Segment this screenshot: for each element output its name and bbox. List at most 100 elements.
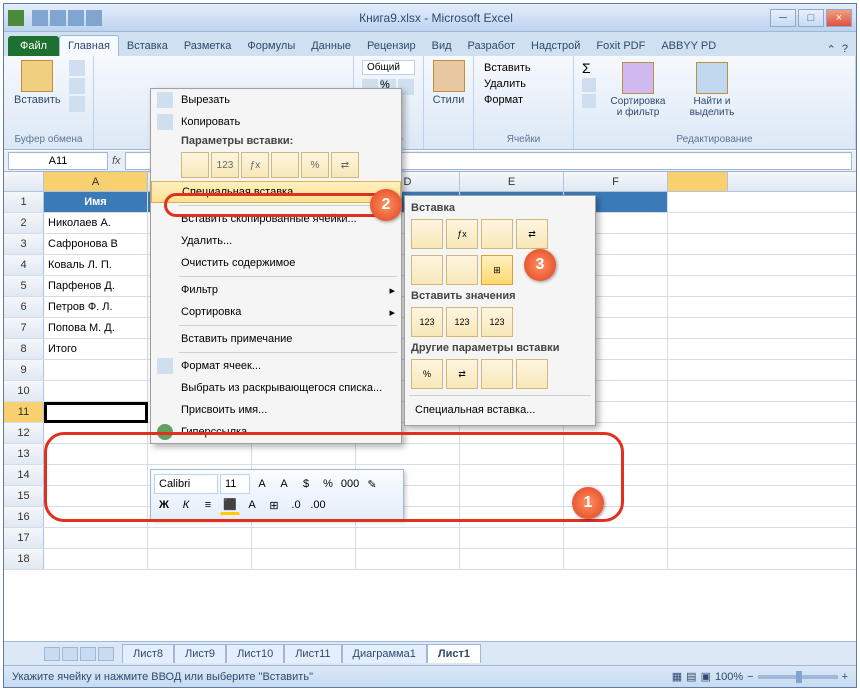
number-format-selector[interactable]: Общий [362,60,415,75]
paste-picture[interactable] [481,359,513,389]
paste-option-all[interactable] [181,152,209,178]
zoom-slider[interactable] [758,675,838,679]
mini-comma[interactable]: 000 [340,474,360,494]
col-G[interactable] [668,172,728,191]
tab-developer[interactable]: Разработ [460,36,523,56]
row-header[interactable]: 13 [4,444,44,464]
menu-hyperlink[interactable]: Гиперссылка... [151,421,401,443]
cell[interactable]: Сафронова В [44,234,148,254]
tab-formulas[interactable]: Формулы [239,36,303,56]
mini-percent[interactable]: % [318,474,338,494]
mini-size-selector[interactable]: 11 [220,474,250,494]
menu-delete[interactable]: Удалить... [151,230,401,252]
mini-align[interactable]: ≡ [198,495,218,515]
paste-option-transpose[interactable] [271,152,299,178]
mini-fill-color[interactable]: ⬛ [220,495,240,515]
row-header[interactable]: 16 [4,507,44,527]
autosum-icon[interactable]: Σ [582,60,596,76]
clear-icon[interactable] [582,94,596,108]
row-header[interactable]: 18 [4,549,44,569]
copy-icon[interactable] [69,78,85,94]
mini-borders[interactable]: ⊞ [264,495,284,515]
paste-button[interactable]: Вставить [10,58,65,112]
row-header[interactable]: 6 [4,297,44,317]
name-box[interactable]: A11 [8,152,108,170]
mini-italic[interactable]: К [176,495,196,515]
row-header[interactable]: 12 [4,423,44,443]
paste-formulas-number[interactable] [481,219,513,249]
menu-paste-special[interactable]: Специальная вставка...▸ [151,181,401,203]
sheet-nav-first[interactable] [44,647,60,661]
file-tab[interactable]: Файл [8,36,59,56]
sheet-tab[interactable]: Лист9 [174,644,226,663]
paste-values-number[interactable]: 123 [446,307,478,337]
view-break-icon[interactable]: ▣ [701,670,711,683]
col-A[interactable]: A [44,172,148,191]
paste-transpose[interactable]: ⊞ [481,255,513,285]
mini-font-color[interactable]: A [242,495,262,515]
zoom-level[interactable]: 100% [715,671,743,683]
sheet-tab[interactable]: Диаграмма1 [342,644,427,663]
row-header[interactable]: 17 [4,528,44,548]
menu-cut[interactable]: Вырезать [151,89,401,111]
find-select-button[interactable]: Найти и выделить [680,60,744,120]
cut-icon[interactable] [69,60,85,76]
paste-all[interactable] [411,219,443,249]
row-header[interactable]: 2 [4,213,44,233]
col-F[interactable]: F [564,172,668,191]
paste-no-borders[interactable] [446,255,478,285]
tab-review[interactable]: Рецензир [359,36,424,56]
menu-clear[interactable]: Очистить содержимое [151,252,401,274]
menu-pick-from-list[interactable]: Выбрать из раскрывающегося списка... [151,377,401,399]
row-header[interactable]: 4 [4,255,44,275]
close-button[interactable]: × [826,9,852,27]
maximize-button[interactable]: □ [798,9,824,27]
menu-insert-copied[interactable]: Вставить скопированные ячейки... [151,208,401,230]
paste-formulas[interactable]: ƒx [446,219,478,249]
paste-formatting-only[interactable]: % [411,359,443,389]
tab-data[interactable]: Данные [303,36,359,56]
sheet-tab[interactable]: Лист10 [226,644,284,663]
quick-access-toolbar[interactable] [32,10,102,26]
row-header[interactable]: 3 [4,234,44,254]
zoom-in-button[interactable]: + [842,671,848,683]
cells-format[interactable]: Формат [482,92,565,108]
paste-option-values[interactable]: 123 [211,152,239,178]
submenu-paste-special-dialog[interactable]: Специальная вставка... [409,399,591,421]
view-layout-icon[interactable]: ▤ [686,670,696,683]
tab-foxit[interactable]: Foxit PDF [588,36,653,56]
row-header[interactable]: 7 [4,318,44,338]
tab-abbyy[interactable]: ABBYY PD [653,36,724,56]
mini-currency[interactable]: $ [296,474,316,494]
row-header[interactable]: 5 [4,276,44,296]
paste-keep-width[interactable] [411,255,443,285]
row-header[interactable]: 10 [4,381,44,401]
menu-insert-comment[interactable]: Вставить примечание [151,328,401,350]
fx-icon[interactable]: fx [112,155,121,167]
tab-home[interactable]: Главная [59,35,119,56]
paste-link[interactable]: ⇄ [446,359,478,389]
sort-filter-button[interactable]: Сортировка и фильтр [604,60,672,120]
minimize-button[interactable]: ─ [770,9,796,27]
mini-decrease-decimal[interactable]: .0 [286,495,306,515]
paste-option-formatting[interactable]: % [301,152,329,178]
paste-keep-borders[interactable]: ⇄ [516,219,548,249]
cell[interactable]: Итого [44,339,148,359]
fill-icon[interactable] [582,78,596,92]
mini-format-painter[interactable]: ✎ [362,474,382,494]
menu-format-cells[interactable]: Формат ячеек... [151,355,401,377]
row-header[interactable]: 8 [4,339,44,359]
col-E[interactable]: E [460,172,564,191]
cell[interactable]: Попова М. Д. [44,318,148,338]
row-header[interactable]: 11 [4,402,44,422]
mini-font-selector[interactable]: Calibri [154,474,218,494]
row-header[interactable]: 9 [4,360,44,380]
tab-insert[interactable]: Вставка [119,36,176,56]
sheet-nav-prev[interactable] [62,647,78,661]
cell[interactable]: Имя [44,192,148,212]
cell[interactable]: Коваль Л. П. [44,255,148,275]
menu-define-name[interactable]: Присвоить имя... [151,399,401,421]
active-cell[interactable] [44,402,148,422]
cell[interactable]: Парфенов Д. [44,276,148,296]
mini-shrink-font[interactable]: A [274,474,294,494]
